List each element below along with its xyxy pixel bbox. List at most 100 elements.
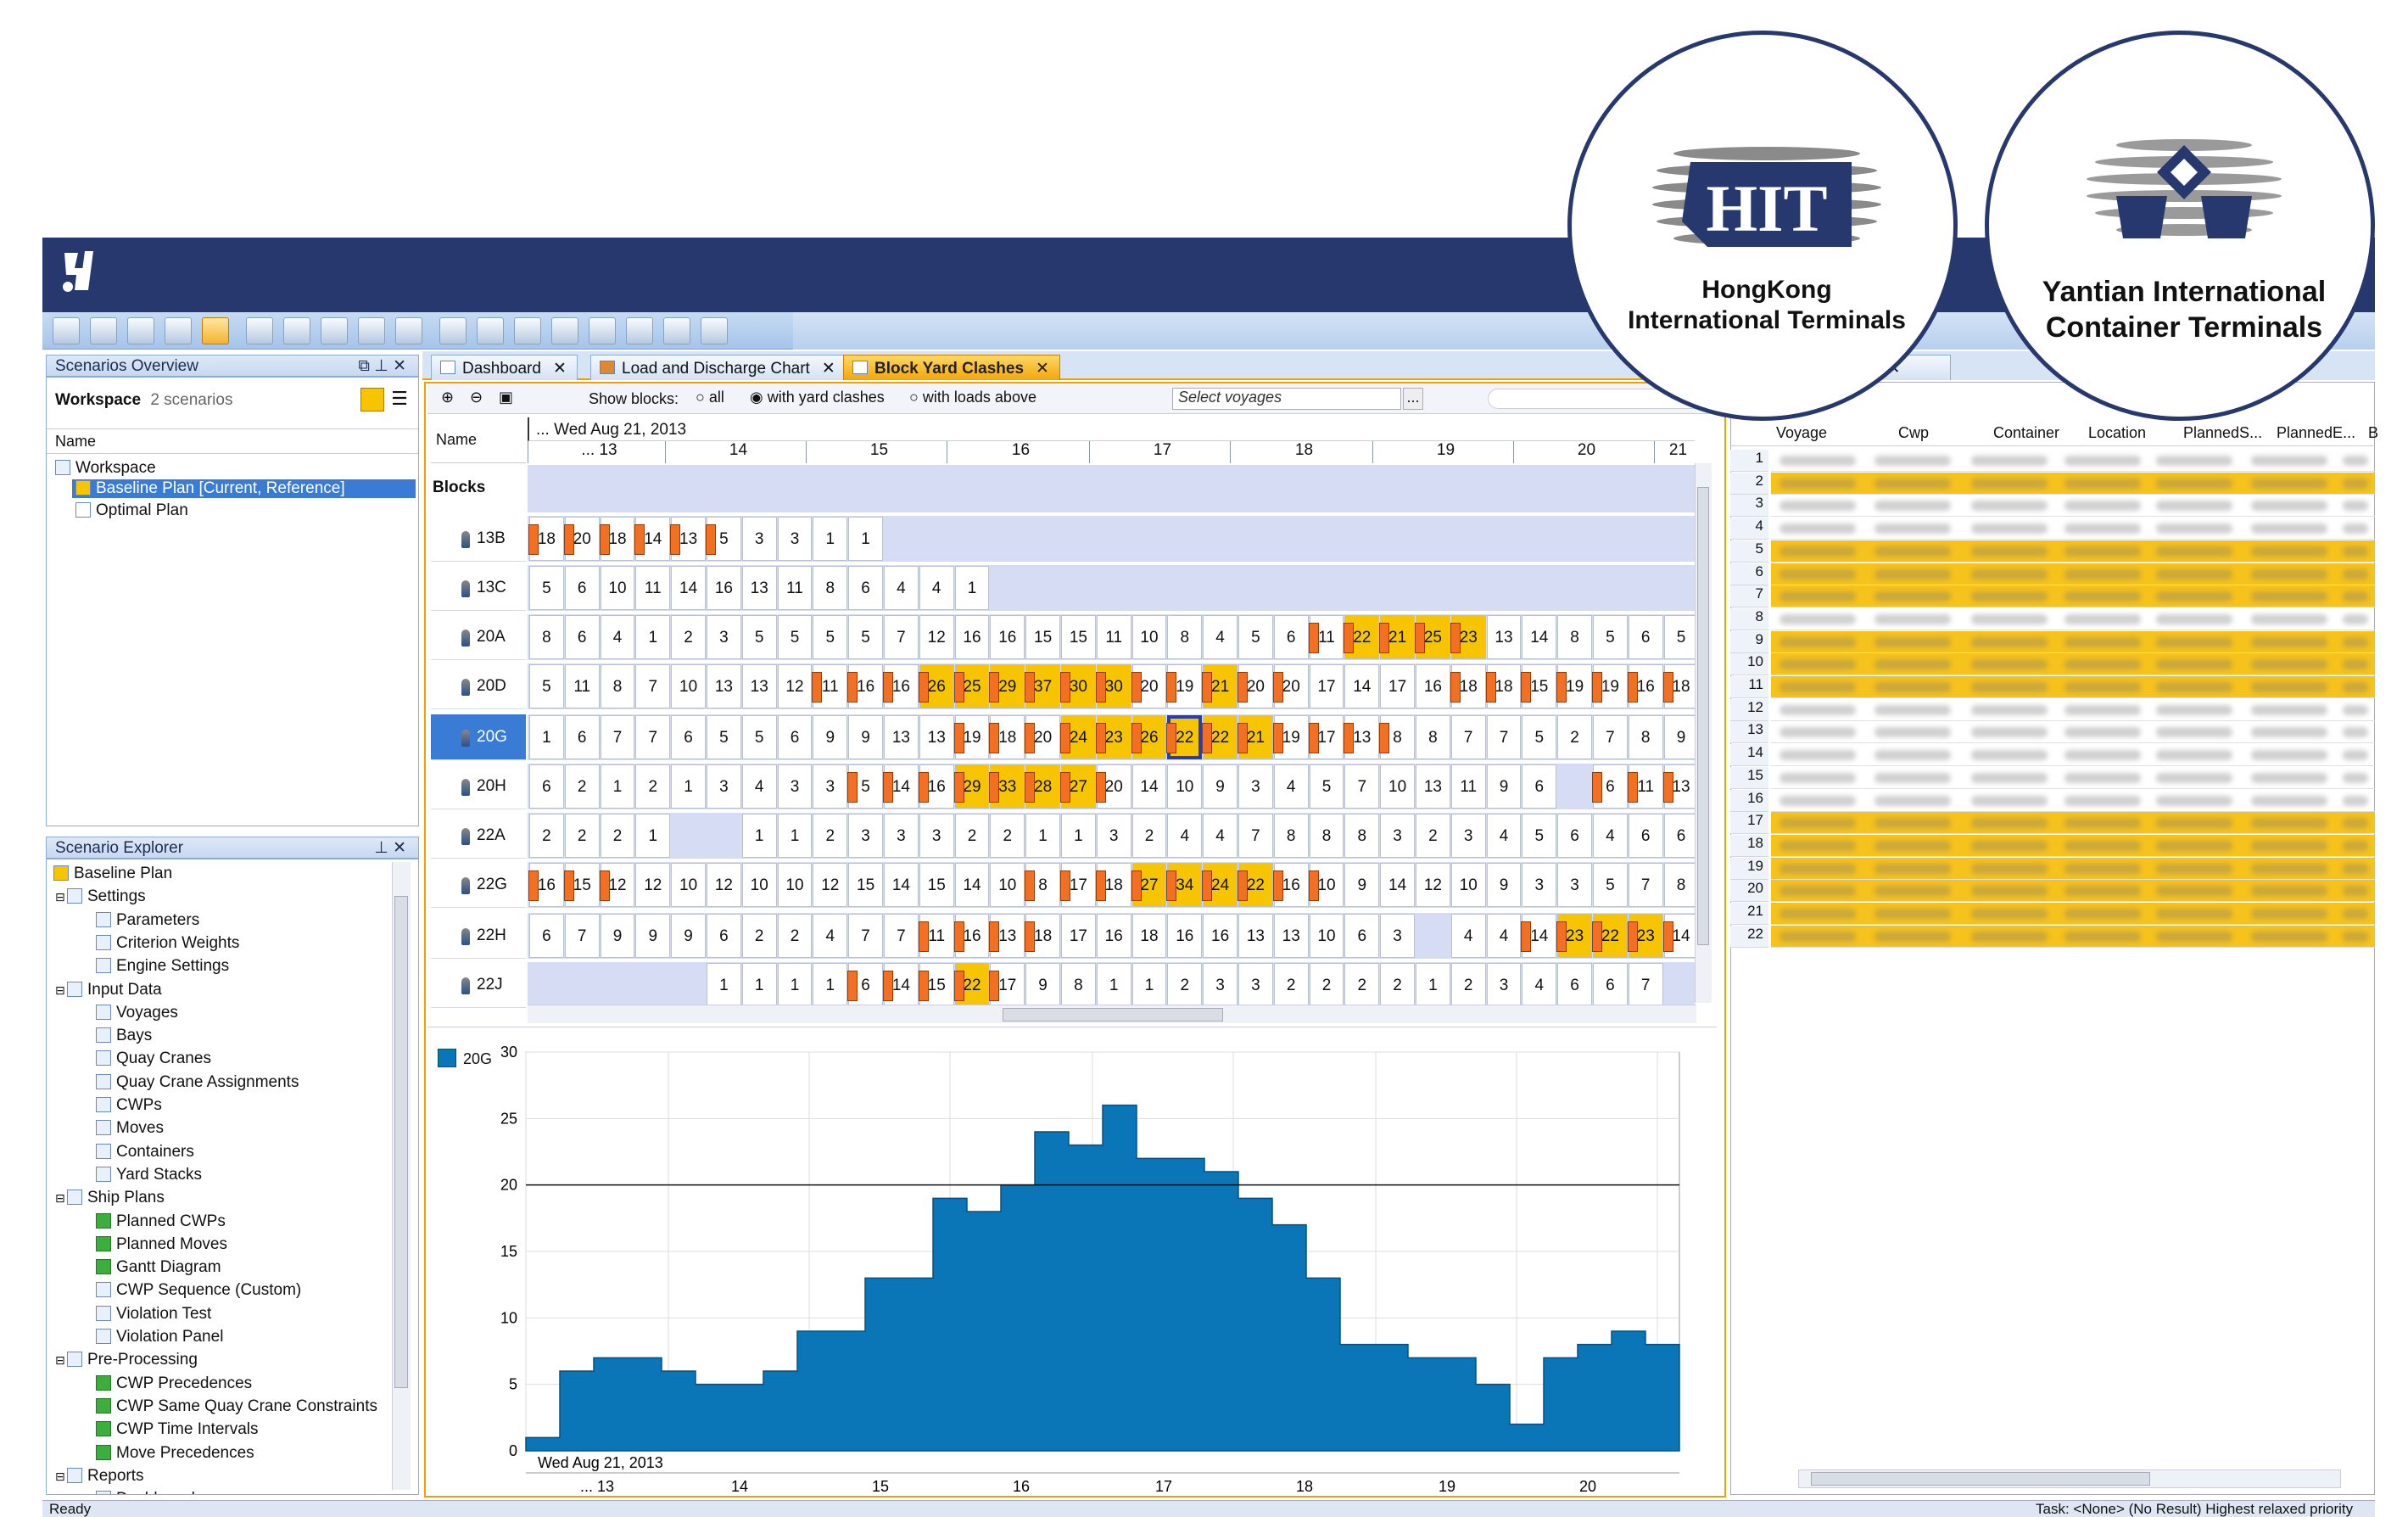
fit-icon[interactable]: ▣ (499, 389, 513, 406)
clash-cell[interactable]: 3 (1096, 814, 1131, 858)
clash-cell[interactable]: 5 (706, 517, 741, 561)
clash-cell[interactable]: 10 (1308, 863, 1344, 907)
clash-cell[interactable]: 14 (883, 963, 919, 1007)
clash-cell[interactable]: 3 (1203, 963, 1238, 1007)
tree-group-input-data[interactable]: ⊟ Input Data (55, 981, 162, 999)
clash-cell[interactable]: 19 (1556, 664, 1592, 708)
clash-cell[interactable]: 22 (1592, 914, 1628, 958)
clash-cell[interactable]: 23 (1627, 914, 1663, 958)
clash-cell[interactable]: 17 (1061, 914, 1096, 958)
clash-cell[interactable]: 12 (813, 863, 848, 907)
clash-cell[interactable]: 3 (1522, 863, 1557, 907)
block-row-20H[interactable]: 20H (431, 764, 526, 809)
clash-cell[interactable]: 9 (1663, 715, 1699, 759)
close-icon[interactable]: ✕ (822, 360, 835, 378)
clash-cell[interactable]: 10 (1380, 764, 1415, 809)
back-icon[interactable] (663, 317, 690, 344)
clash-cell[interactable]: 12 (777, 664, 813, 708)
fit-icon[interactable] (626, 317, 653, 344)
clash-cell[interactable]: 5 (1593, 863, 1628, 907)
clash-cell[interactable]: 12 (707, 863, 741, 907)
clash-cell[interactable]: 1 (741, 963, 777, 1007)
clash-cell[interactable]: 4 (1522, 963, 1557, 1007)
clash-cell[interactable]: 19 (953, 715, 990, 759)
clash-cell[interactable]: 1 (635, 615, 671, 659)
clash-cell[interactable]: 3 (848, 814, 883, 858)
clash-cell[interactable]: 18 (528, 517, 564, 561)
tree-item-cwp-precedences[interactable]: CWP Precedences (96, 1374, 252, 1393)
tree-item-planned-moves[interactable]: Planned Moves (96, 1235, 227, 1254)
clash-cell[interactable]: 25 (953, 664, 990, 708)
clash-cell[interactable]: 2 (813, 814, 848, 858)
table-row[interactable] (1771, 857, 2375, 880)
table-row[interactable] (1771, 630, 2375, 653)
clash-cell[interactable]: 8 (1167, 615, 1203, 659)
clash-cell[interactable]: 1 (635, 814, 671, 858)
clash-cell[interactable]: 11 (777, 566, 813, 610)
clash-cell[interactable]: 2 (635, 764, 671, 809)
settings-icon[interactable] (127, 317, 154, 344)
clash-cell[interactable]: 14 (1380, 863, 1415, 907)
clash-cell[interactable]: 21 (1238, 715, 1273, 759)
collapse-icon[interactable]: ⊟ (55, 1353, 67, 1368)
clash-cell[interactable]: 34 (1166, 863, 1203, 907)
block-row-20D[interactable]: 20D (431, 663, 526, 709)
clash-cell[interactable]: 1 (1025, 814, 1060, 858)
tree-item-cwp-time-intervals[interactable]: CWP Time Intervals (96, 1420, 259, 1439)
clash-cell[interactable]: 14 (1662, 914, 1699, 958)
clash-cell[interactable]: 9 (813, 715, 848, 759)
clash-cell[interactable]: 7 (1238, 814, 1273, 858)
table-row[interactable] (1771, 699, 2375, 721)
clash-cell[interactable]: 6 (564, 615, 600, 659)
table-row[interactable] (1771, 540, 2375, 563)
clash-cell[interactable]: 33 (989, 764, 1025, 809)
grid-col-header[interactable]: Location (2088, 424, 2146, 442)
clash-cell[interactable]: 16 (1203, 914, 1238, 958)
clash-cell[interactable]: 2 (741, 914, 777, 958)
clash-cell[interactable]: 18 (1131, 914, 1167, 958)
explorer-scrollbar[interactable] (392, 862, 411, 1490)
clash-cell[interactable]: 5 (1309, 764, 1344, 809)
clash-cell[interactable]: 5 (813, 615, 848, 659)
clash-cell[interactable]: 14 (634, 517, 671, 561)
tree-item-cwp-same-quay-crane-constraints[interactable]: CWP Same Quay Crane Constraints (96, 1397, 377, 1416)
zoom-out-icon[interactable] (589, 317, 616, 344)
clash-cell[interactable]: 13 (1344, 715, 1380, 759)
clash-cell[interactable]: 5 (1522, 715, 1557, 759)
clash-cell[interactable]: 16 (1627, 664, 1663, 708)
clash-cell[interactable]: 5 (529, 664, 564, 708)
clash-cell[interactable]: 3 (707, 615, 741, 659)
clash-cell[interactable]: 1 (707, 963, 741, 1007)
undo-icon[interactable] (358, 317, 385, 344)
clash-cell[interactable]: 7 (635, 715, 671, 759)
panel-close-icon[interactable]: ⊥ ✕ (374, 838, 406, 858)
block-row-20G[interactable]: 20G (431, 714, 526, 760)
grid-horizontal-scrollbar[interactable] (1798, 1469, 2341, 1488)
clash-cell[interactable]: 1 (848, 517, 883, 561)
table-row[interactable] (1771, 744, 2375, 767)
close-icon[interactable]: ✕ (1036, 360, 1049, 378)
grid-col-header[interactable]: Cwp (1898, 424, 1929, 442)
tree-group-pre-processing[interactable]: ⊟ Pre-Processing (55, 1351, 198, 1369)
clash-cell[interactable]: 7 (1628, 963, 1663, 1007)
clash-cell[interactable]: 4 (919, 566, 954, 610)
clash-cell[interactable]: 6 (1344, 914, 1380, 958)
clash-cell[interactable]: 9 (671, 914, 706, 958)
clash-cell[interactable]: 10 (1131, 615, 1167, 659)
clash-cell[interactable]: 17 (1380, 664, 1415, 708)
clash-cell[interactable]: 16 (990, 615, 1025, 659)
tree-item-dashboard[interactable]: Dashboard (96, 1490, 195, 1494)
clash-cell[interactable]: 4 (1450, 914, 1486, 958)
clash-cell[interactable]: 10 (990, 863, 1025, 907)
clash-cell[interactable]: 30 (1060, 664, 1096, 708)
tab-load-discharge-chart[interactable]: Load and Discharge Chart ✕ (590, 355, 846, 380)
clash-cell[interactable]: 37 (1025, 664, 1060, 708)
clash-cell[interactable]: 23 (1450, 615, 1486, 659)
clash-cell[interactable]: 14 (671, 566, 706, 610)
clash-cell[interactable]: 16 (528, 863, 564, 907)
explorer-root[interactable]: Baseline Plan (53, 865, 172, 883)
clash-cell[interactable]: 1 (1131, 963, 1167, 1007)
clash-cell[interactable]: 6 (848, 566, 883, 610)
clash-cell[interactable]: 1 (813, 517, 848, 561)
clash-cell[interactable]: 4 (1167, 814, 1203, 858)
